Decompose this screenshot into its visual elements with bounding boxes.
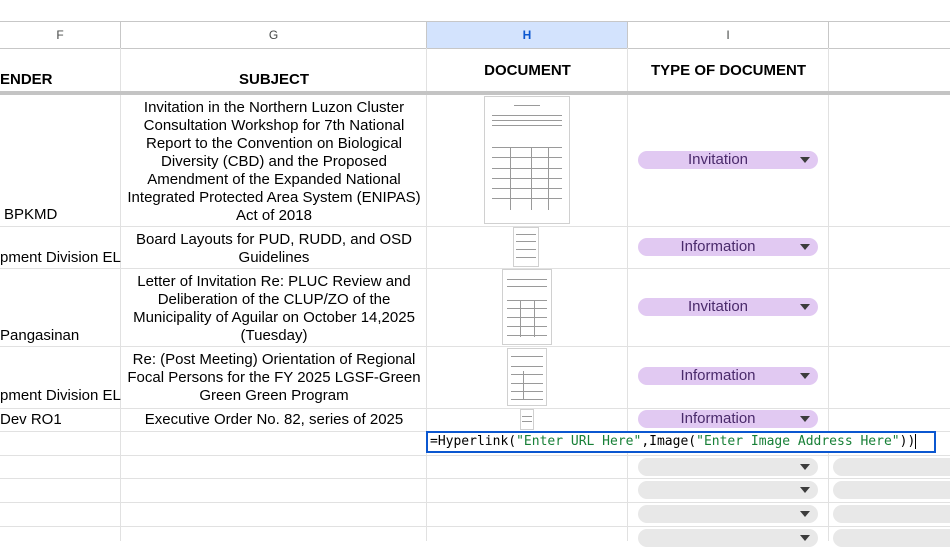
gridline [627,48,628,541]
sender-cell[interactable]: Pangasinan [0,327,79,344]
frozen-row-divider [0,91,950,95]
text-caret [915,434,917,449]
document-thumbnail[interactable] [507,348,547,406]
chip-label: Information [680,367,756,384]
empty-dropdown-chip[interactable] [833,458,950,476]
gridline [0,478,950,479]
formula-function: =Hyperlink( [430,434,517,449]
type-dropdown-chip[interactable]: Information [638,410,818,428]
chip-label: Invitation [687,298,749,315]
sender-cell[interactable]: BPKMD [4,206,57,223]
dropdown-arrow-icon [800,416,810,422]
document-thumbnail[interactable] [513,227,539,267]
type-dropdown-chip[interactable]: Information [638,367,818,385]
gridline [0,346,950,347]
column-header-g[interactable]: G [121,22,427,48]
empty-dropdown-chip[interactable] [833,529,950,547]
sender-cell[interactable]: pment Division EL [0,249,121,266]
subject-cell[interactable]: Re: (Post Meeting) Orientation of Region… [123,351,425,405]
gridline [426,48,427,541]
column-header-i[interactable]: I [628,22,829,48]
type-dropdown-chip[interactable]: Invitation [638,151,818,169]
subject-cell[interactable]: Executive Order No. 82, series of 2025 [123,411,425,429]
dropdown-arrow-icon [800,304,810,310]
chip-label: Information [680,238,756,255]
column-header-f[interactable]: F [0,22,121,48]
document-thumbnail[interactable] [502,269,552,345]
document-thumbnail[interactable] [520,409,534,430]
empty-dropdown-chip[interactable] [638,505,818,523]
type-dropdown-chip[interactable]: Information [638,238,818,256]
empty-dropdown-chip[interactable] [638,481,818,499]
type-dropdown-chip[interactable]: Invitation [638,298,818,316]
subject-cell[interactable]: Letter of Invitation Re: PLUC Review and… [123,273,425,345]
formula-url-argument: "Enter URL Here" [516,434,642,449]
header-type: TYPE OF DOCUMENT [650,62,806,79]
column-header-j[interactable] [829,22,950,48]
subject-cell[interactable]: Board Layouts for PUD, RUDD, and OSD Gui… [123,231,425,267]
dropdown-arrow-icon [800,373,810,379]
cell-formula-editor[interactable]: =Hyperlink("Enter URL Here",Image("Enter… [426,431,936,453]
formula-image-argument: "Enter Image Address Here" [696,434,900,449]
gridline [828,48,829,541]
chip-label: Invitation [687,151,749,168]
chip-label: Information [680,410,756,427]
document-thumbnail[interactable] [484,96,570,224]
dropdown-arrow-icon [800,464,810,470]
formula-closing: )) [899,434,916,449]
dropdown-arrow-icon [800,535,810,541]
empty-dropdown-chip[interactable] [638,458,818,476]
sender-cell[interactable]: Dev RO1 [0,411,62,428]
dropdown-arrow-icon [800,511,810,517]
formula-image-function: ,Image( [641,434,697,449]
subject-cell[interactable]: Invitation in the Northern Luzon Cluster… [123,99,425,225]
gridline [0,455,950,456]
sender-cell[interactable]: pment Division EL [0,387,121,404]
dropdown-arrow-icon [800,244,810,250]
empty-dropdown-chip[interactable] [833,505,950,523]
header-sender: ENDER [0,71,53,88]
empty-dropdown-chip[interactable] [638,529,818,547]
column-header-h[interactable]: H [427,22,628,48]
gridline [0,408,950,409]
gridline [0,502,950,503]
top-border [0,21,950,22]
dropdown-arrow-icon [800,157,810,163]
gridline [120,48,121,541]
column-header-bar: F G H I [0,22,950,49]
dropdown-arrow-icon [800,487,810,493]
gridline [0,526,950,527]
gridline [0,268,950,269]
header-document: DOCUMENT [484,62,571,79]
header-subject: SUBJECT [238,71,309,88]
gridline [0,226,950,227]
empty-dropdown-chip[interactable] [833,481,950,499]
